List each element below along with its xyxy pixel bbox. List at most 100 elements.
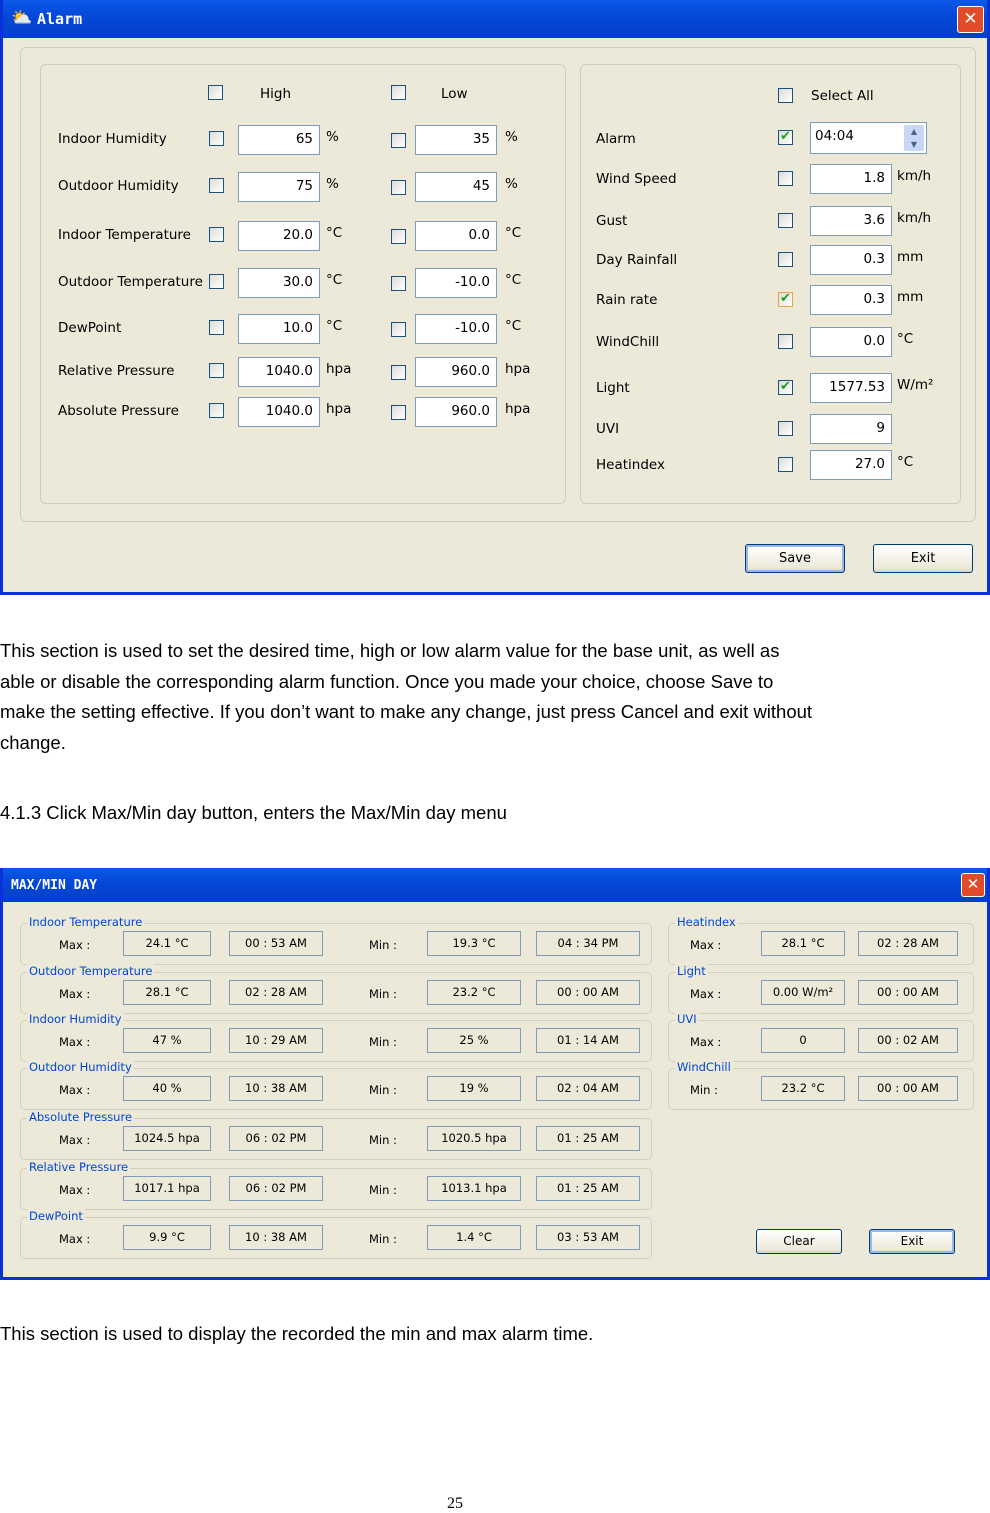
close-button[interactable]: ✕ — [957, 6, 984, 33]
maxmin-group: Indoor Temperature Max : 24.1 °C 00 : 53… — [20, 915, 652, 965]
spin-down-icon[interactable]: ▼ — [904, 138, 924, 151]
high-value-input[interactable]: 1040.0 — [238, 397, 320, 427]
low-checkbox[interactable] — [391, 229, 406, 244]
alarm-window-title: Alarm — [37, 10, 83, 28]
clear-button[interactable]: Clear — [756, 1229, 842, 1254]
low-checkbox[interactable] — [391, 180, 406, 195]
alarm-enable-checkbox[interactable] — [778, 213, 793, 228]
alarm-value-input[interactable]: 3.6 — [810, 206, 892, 236]
low-value-input[interactable]: 35 — [415, 125, 497, 155]
high-checkbox[interactable] — [209, 320, 224, 335]
exit-button[interactable]: Exit — [869, 1229, 955, 1254]
high-checkbox[interactable] — [209, 131, 224, 146]
high-value-input[interactable]: 10.0 — [238, 314, 320, 344]
high-unit: hpa — [326, 361, 352, 377]
high-all-checkbox[interactable] — [208, 85, 223, 100]
max-label: Max : — [59, 987, 91, 1001]
low-checkbox[interactable] — [391, 365, 406, 380]
maxmin-group: Outdoor Temperature Max : 28.1 °C 02 : 2… — [20, 964, 652, 1014]
max-value: 24.1 °C — [123, 931, 211, 956]
alarm-enable-checkbox[interactable] — [778, 457, 793, 472]
alarm-enable-checkbox[interactable] — [778, 378, 793, 395]
alarm-value-input[interactable]: 0.3 — [810, 245, 892, 275]
min-value: 23.2 °C — [427, 980, 521, 1005]
min-value: 19 % — [427, 1076, 521, 1101]
group-title: Outdoor Temperature — [27, 964, 155, 978]
alarm-enable-checkbox[interactable] — [778, 252, 793, 267]
exit-button[interactable]: Exit — [873, 544, 973, 573]
low-value-input[interactable]: 960.0 — [415, 357, 497, 387]
low-unit: hpa — [505, 361, 531, 377]
low-value-input[interactable]: 0.0 — [415, 221, 497, 251]
low-checkbox[interactable] — [391, 405, 406, 420]
value-unit: mm — [897, 289, 924, 305]
high-value-input[interactable]: 1040.0 — [238, 357, 320, 387]
kind-label: Max : — [690, 987, 722, 1001]
high-unit: °C — [326, 272, 343, 288]
alarm-enable-checkbox[interactable] — [778, 334, 793, 349]
row-label: Rain rate — [596, 292, 658, 308]
maxmin-window-title: MAX/MIN DAY — [11, 878, 98, 893]
high-checkbox[interactable] — [209, 274, 224, 289]
alarm-value-input[interactable]: 1577.53 — [810, 373, 892, 403]
alarm-value-input[interactable]: 9 — [810, 414, 892, 444]
alarm-time-value: 04:04 — [815, 128, 854, 144]
high-checkbox[interactable] — [209, 403, 224, 418]
high-checkbox[interactable] — [209, 178, 224, 193]
alarm-window: ⛅ Alarm ✕ High Low Indoor Humidity 65 % … — [0, 0, 990, 595]
high-checkbox[interactable] — [209, 227, 224, 242]
min-label: Min : — [369, 1083, 397, 1097]
row-label: Outdoor Humidity — [58, 178, 179, 194]
select-all-checkbox[interactable] — [778, 88, 793, 103]
maxmin-group: Indoor Humidity Max : 47 % 10 : 29 AM Mi… — [20, 1012, 652, 1062]
low-value-input[interactable]: -10.0 — [415, 268, 497, 298]
max-time: 02 : 28 AM — [229, 980, 323, 1005]
alarm-value-input[interactable]: 0.3 — [810, 285, 892, 315]
low-checkbox[interactable] — [391, 133, 406, 148]
low-value-input[interactable]: 960.0 — [415, 397, 497, 427]
record-value: 23.2 °C — [761, 1076, 845, 1101]
high-value-input[interactable]: 20.0 — [238, 221, 320, 251]
maxmin-group: DewPoint Max : 9.9 °C 10 : 38 AM Min : 1… — [20, 1209, 652, 1259]
low-checkbox[interactable] — [391, 276, 406, 291]
low-unit: % — [505, 176, 518, 192]
close-button[interactable]: ✕ — [961, 873, 985, 897]
row-label: Indoor Temperature — [58, 227, 191, 243]
min-label: Min : — [369, 1183, 397, 1197]
alarm-value-input[interactable]: 1.8 — [810, 164, 892, 194]
low-all-checkbox[interactable] — [391, 85, 406, 100]
value-unit: km/h — [897, 168, 932, 184]
alarm-enable-checkbox[interactable] — [778, 290, 793, 307]
alarm-time-checkbox[interactable] — [778, 128, 793, 145]
high-checkbox[interactable] — [209, 363, 224, 378]
alarm-enable-checkbox[interactable] — [778, 171, 793, 186]
alarm-time-spinner[interactable]: 04:04 ▲ ▼ — [810, 122, 927, 154]
closing-paragraph: This section is used to display the reco… — [0, 1323, 594, 1344]
alarm-titlebar: ⛅ Alarm ✕ — [3, 0, 987, 38]
low-value-input[interactable]: 45 — [415, 172, 497, 202]
group-title: Heatindex — [675, 915, 738, 929]
alarm-value-input[interactable]: 27.0 — [810, 450, 892, 480]
row-label: Outdoor Temperature — [58, 274, 203, 290]
max-time: 00 : 53 AM — [229, 931, 323, 956]
max-value: 9.9 °C — [123, 1225, 211, 1250]
maxmin-window: MAX/MIN DAY ✕ Indoor Temperature Max : 2… — [0, 868, 990, 1280]
max-time: 06 : 02 PM — [229, 1176, 323, 1201]
alarm-value-input[interactable]: 0.0 — [810, 327, 892, 357]
low-value-input[interactable]: -10.0 — [415, 314, 497, 344]
high-value-input[interactable]: 75 — [238, 172, 320, 202]
group-title: Outdoor Humidity — [27, 1060, 134, 1074]
spin-up-icon[interactable]: ▲ — [904, 125, 924, 138]
alarm-enable-checkbox[interactable] — [778, 421, 793, 436]
section-heading: 4.1.3 Click Max/Min day button, enters t… — [0, 802, 507, 823]
maxmin-group: Absolute Pressure Max : 1024.5 hpa 06 : … — [20, 1110, 652, 1160]
high-value-input[interactable]: 65 — [238, 125, 320, 155]
save-button[interactable]: Save — [745, 544, 845, 573]
paragraph-line: This section is used to set the desired … — [0, 640, 780, 661]
maxmin-group: Outdoor Humidity Max : 40 % 10 : 38 AM M… — [20, 1060, 652, 1110]
spinner-buttons[interactable]: ▲ ▼ — [904, 125, 924, 151]
low-checkbox[interactable] — [391, 322, 406, 337]
high-value-input[interactable]: 30.0 — [238, 268, 320, 298]
group-title: UVI — [675, 1012, 699, 1026]
record-value: 0 — [761, 1028, 845, 1053]
